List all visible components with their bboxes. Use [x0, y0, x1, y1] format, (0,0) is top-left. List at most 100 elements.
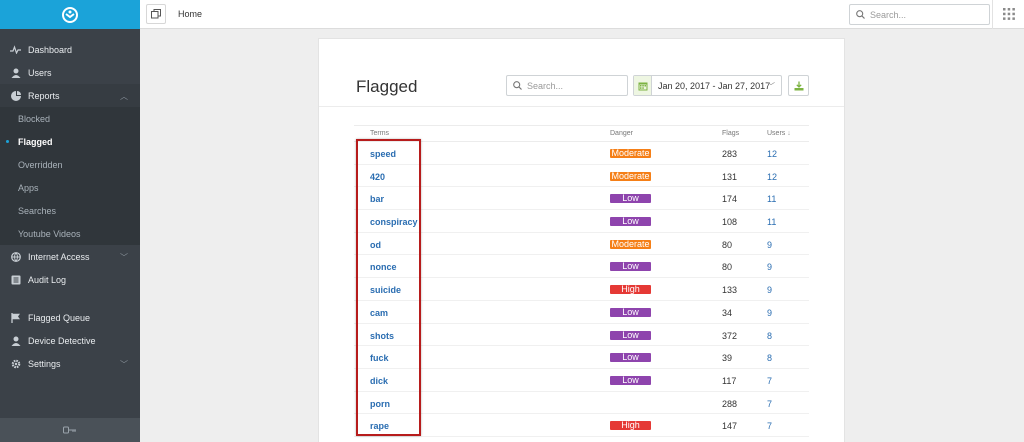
page-title: Flagged — [356, 77, 418, 96]
flags-count: 39 — [722, 353, 733, 364]
users-count-link[interactable]: 9 — [767, 262, 772, 272]
sidebar-item-audit-log[interactable]: Audit Log — [0, 268, 140, 291]
sidebar-item-overridden[interactable]: Overridden — [0, 153, 140, 176]
users-count-link[interactable]: 9 — [767, 285, 772, 295]
flags-count: 288 — [722, 398, 738, 409]
sidebar-item-apps[interactable]: Apps — [0, 176, 140, 199]
table-row: suicide High 133 9 — [354, 278, 809, 301]
danger-badge: Low — [610, 194, 651, 204]
global-search[interactable] — [849, 4, 990, 25]
sidebar-item-internet-access[interactable]: Internet Access ﹀ — [0, 245, 140, 268]
table-row: bar Low 174 11 — [354, 187, 809, 211]
export-button[interactable] — [788, 75, 809, 96]
flags-count: 117 — [722, 375, 737, 386]
global-search-input[interactable] — [870, 9, 980, 20]
users-count-link[interactable]: 9 — [767, 240, 772, 250]
users-count-link[interactable]: 8 — [767, 331, 772, 341]
list-icon — [10, 274, 21, 285]
download-icon — [794, 81, 803, 90]
term-link[interactable]: conspiracy — [370, 217, 418, 227]
sidebar-item-label: Internet Access — [28, 251, 90, 262]
users-count-link[interactable]: 9 — [767, 308, 772, 318]
apps-grid-icon[interactable] — [1003, 8, 1015, 20]
sidebar-item-device-detective[interactable]: Device Detective — [0, 329, 140, 352]
danger-badge: Low — [610, 330, 651, 340]
term-link[interactable]: od — [370, 240, 381, 250]
table-search[interactable] — [506, 75, 628, 96]
term-link[interactable]: dick — [370, 376, 388, 386]
logo[interactable] — [0, 0, 140, 29]
flags-count: 131 — [722, 171, 738, 182]
users-count-link[interactable]: 7 — [767, 421, 772, 431]
users-count-link[interactable]: 8 — [767, 353, 772, 363]
column-header-danger[interactable]: Danger — [610, 130, 633, 137]
term-link[interactable]: speed — [370, 149, 396, 159]
danger-badge: Moderate — [610, 170, 651, 181]
term-link[interactable]: suicide — [370, 285, 401, 295]
term-link[interactable]: shots — [370, 331, 394, 341]
sidebar-item-reports[interactable]: Reports ︿ — [0, 84, 140, 107]
breadcrumb[interactable]: Home — [178, 9, 202, 19]
sidebar-item-label: Settings — [28, 358, 61, 369]
column-header-users-label: Users — [767, 130, 786, 137]
flags-count: 108 — [722, 217, 738, 228]
users-count-link[interactable]: 7 — [767, 399, 772, 409]
chevron-down-icon: ﹀ — [767, 82, 775, 91]
sidebar-item-youtube-videos[interactable]: Youtube Videos — [0, 222, 140, 245]
sidebar-footer[interactable] — [0, 418, 140, 442]
sidebar-item-label: Dashboard — [28, 44, 73, 55]
term-link[interactable]: porn — [370, 399, 390, 409]
term-link[interactable]: fuck — [370, 353, 389, 363]
reports-submenu: Blocked Flagged Overridden Apps Searches… — [0, 107, 140, 245]
user-icon — [10, 335, 21, 346]
danger-badge: Low — [610, 307, 651, 317]
term-link[interactable]: bar — [370, 194, 384, 204]
window-icon — [151, 9, 161, 19]
toggle-sidebar-button[interactable] — [146, 4, 166, 24]
table-search-input[interactable] — [527, 80, 622, 91]
sidebar-item-label: Reports — [28, 90, 60, 101]
flags-count: 372 — [722, 330, 738, 341]
key-icon — [63, 426, 76, 434]
column-header-users[interactable]: Users ↓ — [767, 130, 791, 137]
term-link[interactable]: rape — [370, 421, 389, 431]
flagged-table: Terms Danger Flags Users ↓ speed Moderate… — [354, 125, 809, 437]
sidebar-item-flagged[interactable]: Flagged — [0, 130, 140, 153]
users-count-link[interactable]: 12 — [767, 149, 777, 159]
sidebar-item-label: Apps — [18, 182, 39, 193]
sidebar-item-label: Users — [28, 67, 52, 78]
table-row: od Moderate 80 9 — [354, 233, 809, 256]
term-link[interactable]: cam — [370, 308, 388, 318]
users-count-link[interactable]: 12 — [767, 172, 777, 182]
sidebar-item-settings[interactable]: Settings ﹀ — [0, 352, 140, 375]
term-link[interactable]: 420 — [370, 172, 385, 182]
chevron-down-icon: ﹀ — [120, 360, 128, 369]
sidebar-item-blocked[interactable]: Blocked — [0, 107, 140, 130]
sidebar-item-searches[interactable]: Searches — [0, 199, 140, 222]
table-row: nonce Low 80 9 — [354, 255, 809, 279]
column-header-terms[interactable]: Terms — [370, 130, 389, 137]
pulse-icon — [10, 44, 21, 55]
sidebar-item-label: Device Detective — [28, 335, 96, 346]
flags-count: 133 — [722, 285, 738, 296]
table-row: cam Low 34 9 — [354, 301, 809, 324]
table-row: porn 288 7 — [354, 392, 809, 415]
users-count-link[interactable]: 7 — [767, 376, 772, 386]
sidebar-nav: Dashboard Users Reports ︿ Blocked Flagge… — [0, 29, 140, 375]
table-row: shots Low 372 8 — [354, 324, 809, 347]
date-range-picker[interactable]: Jan 20, 2017 - Jan 27, 2017 ﹀ — [633, 75, 782, 96]
term-link[interactable]: nonce — [370, 262, 397, 272]
users-count-link[interactable]: 11 — [767, 217, 776, 227]
users-count-link[interactable]: 11 — [767, 194, 776, 204]
sidebar: Dashboard Users Reports ︿ Blocked Flagge… — [0, 0, 140, 442]
table-row: 420 Moderate 131 12 — [354, 165, 809, 188]
date-range-value: Jan 20, 2017 - Jan 27, 2017 — [658, 80, 771, 91]
column-header-flags[interactable]: Flags — [722, 130, 739, 137]
sidebar-item-users[interactable]: Users — [0, 61, 140, 84]
globe-icon — [10, 251, 21, 262]
sidebar-item-dashboard[interactable]: Dashboard — [0, 38, 140, 61]
sidebar-item-flagged-queue[interactable]: Flagged Queue — [0, 306, 140, 329]
panel-divider — [319, 106, 844, 107]
danger-badge: Moderate — [610, 238, 651, 249]
